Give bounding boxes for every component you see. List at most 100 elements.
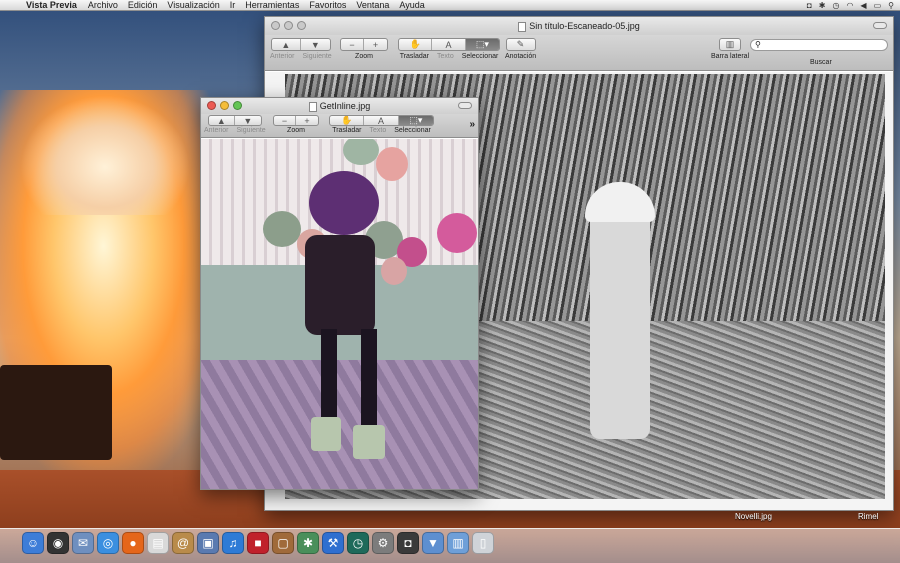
trasladar-label: Trasladar — [399, 53, 429, 60]
previous-icon[interactable]: ▲ — [272, 39, 301, 50]
close-button[interactable] — [271, 21, 280, 30]
dock-icons: ☺ ◉ ✉ ◎ ● ▤ @ ▣ ♫ ■ ▢ ✱ ⚒ ◷ ⚙ ◘ ▼ ▥ ▯ — [22, 532, 494, 554]
desktop-cloud-highlight — [20, 95, 190, 215]
dock: ☺ ◉ ✉ ◎ ● ▤ @ ▣ ♫ ■ ▢ ✱ ⚒ ◷ ⚙ ◘ ▼ ▥ ▯ — [0, 528, 900, 563]
image-capture-icon[interactable]: ▢ — [272, 532, 294, 554]
sidebar-icon[interactable]: ▥ — [720, 39, 740, 50]
zoom-in-button[interactable]: + — [296, 116, 318, 125]
safari-icon[interactable]: ◎ — [97, 532, 119, 554]
menu-herramientas[interactable]: Herramientas — [240, 0, 304, 11]
menu-archivo[interactable]: Archivo — [83, 0, 123, 11]
menu-favoritos[interactable]: Favoritos — [304, 0, 351, 11]
menu-app-name[interactable]: Vista Previa — [24, 0, 83, 11]
bluetooth-icon[interactable]: ✱ — [819, 0, 826, 11]
toolbar-toggle-button[interactable] — [873, 22, 887, 29]
menu-ventana[interactable]: Ventana — [351, 0, 394, 11]
seleccionar-label: Seleccionar — [394, 127, 431, 134]
hand-tool-icon[interactable]: ✋ — [399, 39, 433, 50]
dashboard-icon[interactable]: ◉ — [47, 532, 69, 554]
siguiente-label: Siguiente — [236, 127, 266, 134]
xcode-icon[interactable]: ⚒ — [322, 532, 344, 554]
next-icon[interactable]: ▼ — [301, 39, 330, 50]
zoom-window-button[interactable] — [233, 101, 242, 110]
camera-icon[interactable]: ◘ — [397, 532, 419, 554]
getinline-photo[interactable] — [201, 139, 478, 489]
downloads-stack-icon[interactable]: ▼ — [422, 532, 444, 554]
minimize-button[interactable] — [220, 101, 229, 110]
photo-balloon — [376, 147, 408, 181]
preview-icon[interactable]: ✱ — [297, 532, 319, 554]
texto-label: Texto — [437, 53, 454, 60]
select-tool-icon[interactable]: ⬚▾ — [465, 39, 499, 50]
anterior-label: Anterior — [204, 127, 229, 134]
spotlight-icon[interactable]: ⚲ — [888, 0, 894, 11]
photo-balloon — [381, 257, 407, 285]
hand-tool-icon[interactable]: ✋ — [330, 116, 365, 125]
toolbar-overflow-button[interactable]: » — [469, 119, 475, 130]
time-machine-menu-icon[interactable]: ◷ — [832, 0, 839, 11]
document-icon — [308, 101, 317, 112]
minimize-button[interactable] — [284, 21, 293, 30]
buscar-label: Buscar — [810, 59, 832, 66]
next-icon[interactable]: ▼ — [235, 116, 261, 125]
texto-label: Texto — [369, 127, 387, 134]
zoom-window-button[interactable] — [297, 21, 306, 30]
ical-icon[interactable]: ▤ — [147, 532, 169, 554]
time-machine-icon[interactable]: ◷ — [347, 532, 369, 554]
search-icon: ⚲ — [755, 40, 761, 49]
select-tool-icon[interactable]: ⬚▾ — [398, 116, 433, 125]
menu-ayuda[interactable]: Ayuda — [394, 0, 429, 11]
toolbar-toggle-button[interactable] — [458, 102, 472, 109]
menu-edicion[interactable]: Edición — [123, 0, 163, 11]
photo-booth-icon[interactable]: ■ — [247, 532, 269, 554]
zoom-label: Zoom — [287, 127, 305, 134]
photo-balloon — [263, 211, 301, 247]
finder-icon[interactable]: ☺ — [22, 532, 44, 554]
menu-extras: ◘ ✱ ◷ ◠ ◀ ▭ ⚲ — [807, 0, 900, 11]
battery-icon[interactable]: ▭ — [874, 0, 882, 11]
wifi-icon[interactable]: ◠ — [846, 0, 853, 11]
text-tool-icon[interactable]: A — [364, 116, 399, 125]
camera-menu-icon[interactable]: ◘ — [807, 0, 812, 11]
mail-icon[interactable]: ✉ — [72, 532, 94, 554]
photo-child — [590, 189, 650, 439]
search-input[interactable]: ⚲ — [750, 39, 888, 51]
previous-icon[interactable]: ▲ — [209, 116, 235, 125]
zoom-out-button[interactable]: − — [274, 116, 297, 125]
zoom-out-button[interactable]: − — [341, 39, 365, 50]
desktop-file-label[interactable]: Novelli.jpg — [735, 512, 772, 521]
seleccionar-label: Seleccionar — [461, 53, 499, 60]
menu-bar: Vista Previa Archivo Edición Visualizaci… — [0, 0, 900, 11]
documents-stack-icon[interactable]: ▥ — [447, 532, 469, 554]
trash-icon[interactable]: ▯ — [472, 532, 494, 554]
document-icon — [518, 21, 527, 32]
desktop-file-label[interactable]: Rimel — [858, 512, 878, 521]
photo-girl-boot — [311, 417, 341, 451]
photo-girl-legs — [361, 329, 377, 429]
photo-girl-jacket — [305, 235, 375, 335]
barra-lateral-label: Barra lateral — [711, 53, 750, 60]
anterior-label: Anterior — [270, 53, 295, 60]
itunes-icon[interactable]: ♫ — [222, 532, 244, 554]
text-tool-icon[interactable]: A — [432, 39, 466, 50]
window-controls — [271, 21, 306, 30]
window-controls — [207, 101, 242, 110]
titlebar[interactable]: GetInline.jpg — [201, 98, 478, 114]
anotacion-label: Anotación — [505, 53, 537, 60]
window-title: Sin título-Escaneado-05.jpg — [529, 21, 640, 31]
firefox-icon[interactable]: ● — [122, 532, 144, 554]
system-prefs-icon[interactable]: ⚙ — [372, 532, 394, 554]
titlebar[interactable]: Sin título-Escaneado-05.jpg — [265, 17, 893, 35]
menu-visualizacion[interactable]: Visualización — [162, 0, 224, 11]
toolbar: ▲ ▼ Anterior Siguiente − + Zoom ✋ A ⬚▾ Tr… — [265, 35, 893, 71]
zoom-in-button[interactable]: + — [364, 39, 387, 50]
zoom-label: Zoom — [355, 53, 373, 60]
address-book-icon[interactable]: @ — [172, 532, 194, 554]
close-button[interactable] — [207, 101, 216, 110]
annotate-icon[interactable]: ✎ — [507, 39, 535, 50]
iphoto-icon[interactable]: ▣ — [197, 532, 219, 554]
toolbar: ▲ ▼ Anterior Siguiente − + Zoom ✋ A ⬚▾ Tr… — [201, 114, 478, 138]
volume-icon[interactable]: ◀ — [860, 0, 866, 11]
trasladar-label: Trasladar — [332, 127, 362, 134]
menu-ir[interactable]: Ir — [225, 0, 241, 11]
